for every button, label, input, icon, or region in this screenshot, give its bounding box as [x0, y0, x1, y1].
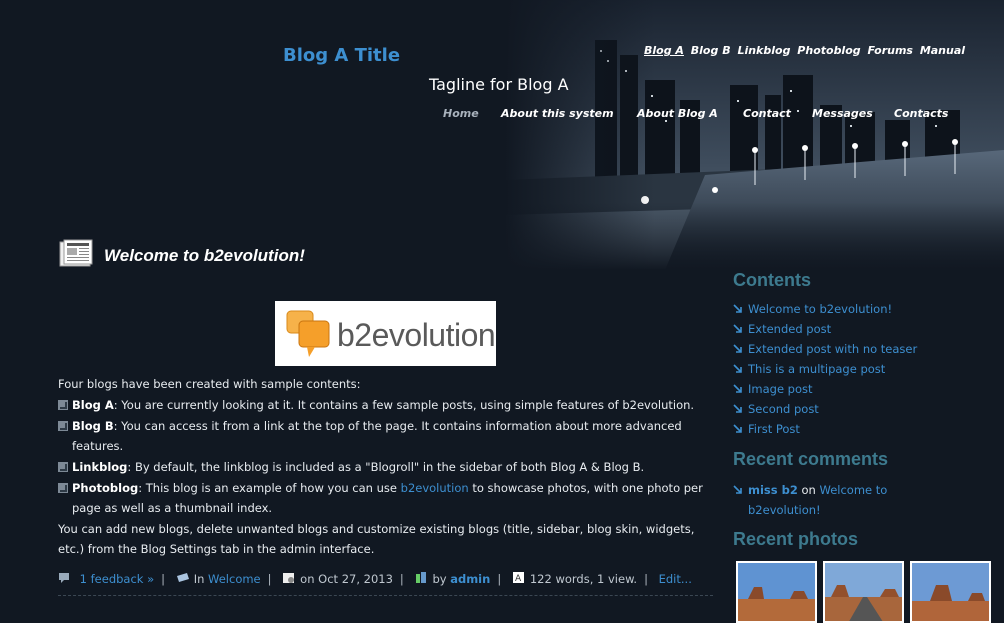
menu-item-contacts[interactable]: Contacts [894, 107, 948, 120]
post-content: Four blogs have been created with sample… [58, 374, 713, 560]
item-name: Photoblog [72, 481, 139, 495]
item-text: : You are currently looking at it. It co… [113, 398, 695, 412]
menu-item-home[interactable]: Home [443, 107, 479, 120]
list-item: Linkblog: By default, the linkblog is in… [58, 457, 713, 477]
blog-list-nav: Blog A Blog B Linkblog Photoblog Forums … [644, 44, 968, 57]
arrow-icon [733, 344, 742, 353]
menu-item-about-system[interactable]: About this system [501, 107, 614, 120]
newspaper-icon [59, 239, 93, 267]
item-name: Blog A [72, 398, 114, 412]
menu-item-contact[interactable]: Contact [743, 107, 791, 120]
desert-photo [738, 563, 815, 621]
post-date: on Oct 27, 2013 [300, 572, 393, 586]
post-title[interactable]: Welcome to b2evolution! [104, 246, 305, 266]
menu-item-about-blog-a[interactable]: About Blog A [637, 107, 718, 120]
folder-icon [176, 573, 189, 582]
arrow-icon [733, 404, 742, 413]
photo-thumbnail[interactable] [736, 561, 817, 623]
arrow-icon [733, 304, 742, 313]
blog-tagline: Tagline for Blog A [429, 75, 569, 94]
category-link[interactable]: Welcome [208, 572, 261, 586]
post-intro: Four blogs have been created with sample… [58, 377, 361, 391]
list-item: Blog B: You can access it from a link at… [58, 416, 713, 456]
blog-link-linkblog[interactable]: Linkblog [737, 44, 790, 57]
in-label: In [193, 572, 205, 586]
list-item: Blog A: You are currently looking at it.… [58, 395, 713, 415]
user-icon [416, 572, 427, 583]
b2evolution-link[interactable]: b2evolution [401, 481, 469, 495]
item-text: : You can access it from a link at the t… [72, 419, 682, 453]
contents-item[interactable]: This is a multipage post [733, 359, 917, 379]
contents-list: Welcome to b2evolution! Extended post Ex… [733, 299, 917, 439]
post-divider [58, 595, 713, 596]
contents-item[interactable]: First Post [733, 419, 917, 439]
header-city-image [505, 0, 1004, 270]
recent-comment-item: miss b2 on Welcome to b2evolution! [733, 480, 948, 520]
photo-thumbnail[interactable] [823, 561, 904, 623]
photo-thumbnail[interactable] [910, 561, 991, 623]
post-outro: You can add new blogs, delete unwanted b… [58, 522, 695, 556]
word-count-icon: A [512, 572, 524, 584]
recent-comments-heading: Recent comments [733, 449, 889, 469]
bullet-arrow-icon [58, 400, 68, 410]
arrow-icon [733, 384, 742, 393]
blog-link-photoblog[interactable]: Photoblog [797, 44, 860, 57]
feedback-link[interactable]: 1 feedback » [80, 572, 155, 586]
blog-link-forums[interactable]: Forums [867, 44, 912, 57]
b2evolution-logo: b2evolution [275, 301, 496, 366]
contents-item[interactable]: Welcome to b2evolution! [733, 299, 917, 319]
comment-on-label: on [801, 483, 816, 497]
item-name: Blog B [72, 419, 114, 433]
monument-valley-photo [912, 563, 989, 621]
item-name: Linkblog [72, 460, 128, 474]
comment-author[interactable]: miss b2 [748, 483, 798, 497]
recent-photos-heading: Recent photos [733, 529, 859, 549]
contents-item[interactable]: Second post [733, 399, 917, 419]
item-text: : By default, the linkblog is included a… [127, 460, 645, 474]
blog-title[interactable]: Blog A Title [283, 45, 400, 66]
by-label: by [432, 572, 447, 586]
blog-link-manual[interactable]: Manual [920, 44, 965, 57]
menu-item-messages[interactable]: Messages [812, 107, 873, 120]
edit-link[interactable]: Edit... [659, 572, 692, 586]
arrow-icon [733, 364, 742, 373]
item-text: : This blog is an example of how you can… [138, 481, 401, 495]
post-stats: 122 words, 1 view. [529, 572, 638, 586]
list-item: Photoblog: This blog is an example of ho… [58, 478, 713, 518]
contents-item[interactable]: Image post [733, 379, 917, 399]
contents-item[interactable]: Extended post with no teaser [733, 339, 917, 359]
logo-text: b2evolution [337, 317, 496, 353]
bullet-arrow-icon [58, 462, 68, 472]
arrow-icon [733, 424, 742, 433]
bullet-arrow-icon [58, 483, 68, 493]
blog-link-blog-a[interactable]: Blog A [644, 44, 684, 57]
arrow-icon [733, 324, 742, 333]
calendar-icon [283, 573, 295, 583]
bullet-arrow-icon [58, 421, 68, 431]
feedback-icon [59, 573, 69, 583]
desert-road-photo [825, 563, 902, 621]
contents-item[interactable]: Extended post [733, 319, 917, 339]
svg-text:A: A [515, 574, 522, 584]
speech-bubbles-icon [286, 310, 330, 357]
contents-heading: Contents [733, 270, 811, 290]
author-link[interactable]: admin [450, 572, 490, 586]
blog-link-blog-b[interactable]: Blog B [691, 44, 731, 57]
post-footer: 1 feedback » | In Welcome | on Oct 27, 201… [58, 569, 713, 589]
arrow-icon [733, 485, 742, 494]
